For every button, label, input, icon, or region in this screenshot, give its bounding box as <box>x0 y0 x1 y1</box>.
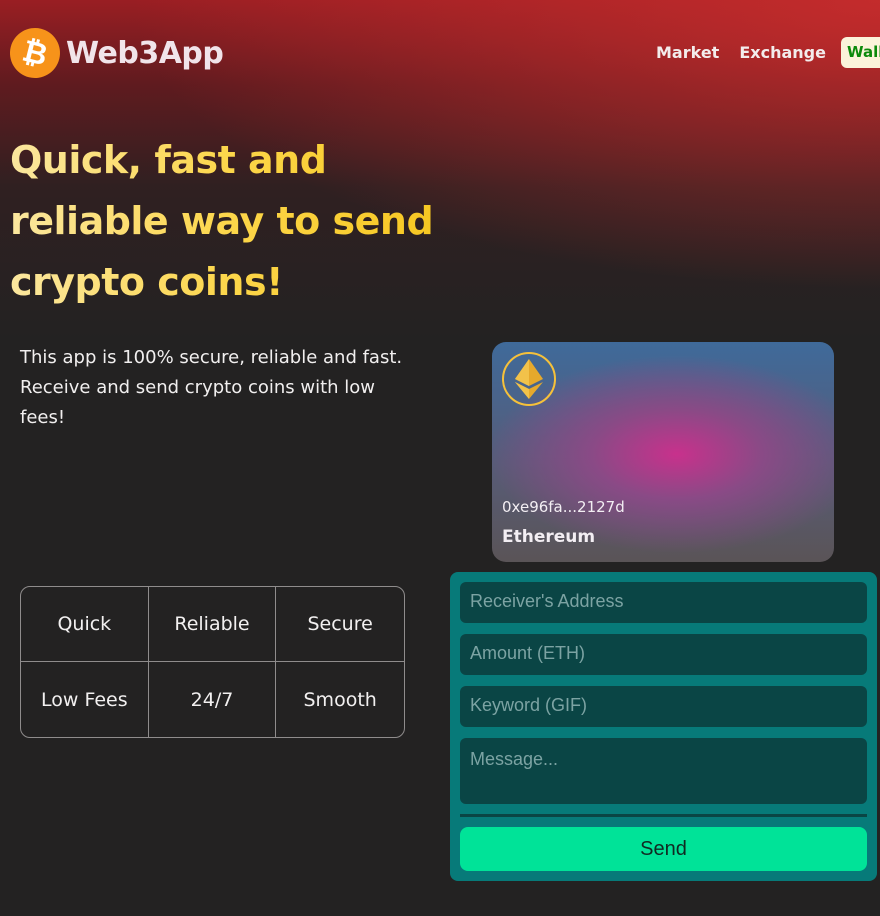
send-form: Receiver's Address Amount (ETH) Keyword … <box>450 572 877 881</box>
network-name: Ethereum <box>502 527 596 547</box>
message-input[interactable]: Message... <box>460 738 867 804</box>
hero-title-line-1: Quick, fast and <box>10 138 327 182</box>
hero-subtitle: This app is 100% secure, reliable and fa… <box>20 347 403 428</box>
nav-exchange[interactable]: Exchange <box>739 43 826 62</box>
logo[interactable]: ₿ Web3App <box>4 22 224 84</box>
app-name: Web3App <box>66 35 224 71</box>
form-divider <box>460 814 867 817</box>
keyword-input[interactable]: Keyword (GIF) <box>460 686 867 727</box>
feature-quick: Quick <box>21 587 149 662</box>
ethereum-card: 0xe96fa...2127d Ethereum <box>492 342 834 562</box>
wallet-address: 0xe96fa...2127d <box>502 498 625 516</box>
header: ₿ Web3App Market Exchange Wallets <box>0 0 880 105</box>
hero-title-line-2: reliable way to send <box>10 199 434 243</box>
feature-smooth: Smooth <box>303 688 377 711</box>
send-button[interactable]: Send <box>460 827 867 871</box>
ethereum-icon <box>502 352 556 406</box>
receiver-address-input[interactable]: Receiver's Address <box>460 582 867 623</box>
feature-reliable: Reliable <box>148 587 277 662</box>
main-nav: Market Exchange Wallets <box>656 37 880 68</box>
hero-title: Quick, fast and reliable way to send cry… <box>10 130 450 313</box>
nav-wallets-button[interactable]: Wallets <box>840 37 880 68</box>
amount-input[interactable]: Amount (ETH) <box>460 634 867 675</box>
feature-24-7: 24/7 <box>149 662 277 737</box>
feature-secure: Secure <box>276 587 404 662</box>
bitcoin-icon: ₿ <box>4 22 66 84</box>
nav-market[interactable]: Market <box>656 43 719 62</box>
hero-title-line-3: crypto coins! <box>10 260 283 304</box>
feature-low-fees: Low Fees <box>21 662 149 737</box>
features-grid: Quick Reliable Secure Low Fees 24/7 Smoo… <box>20 586 405 738</box>
